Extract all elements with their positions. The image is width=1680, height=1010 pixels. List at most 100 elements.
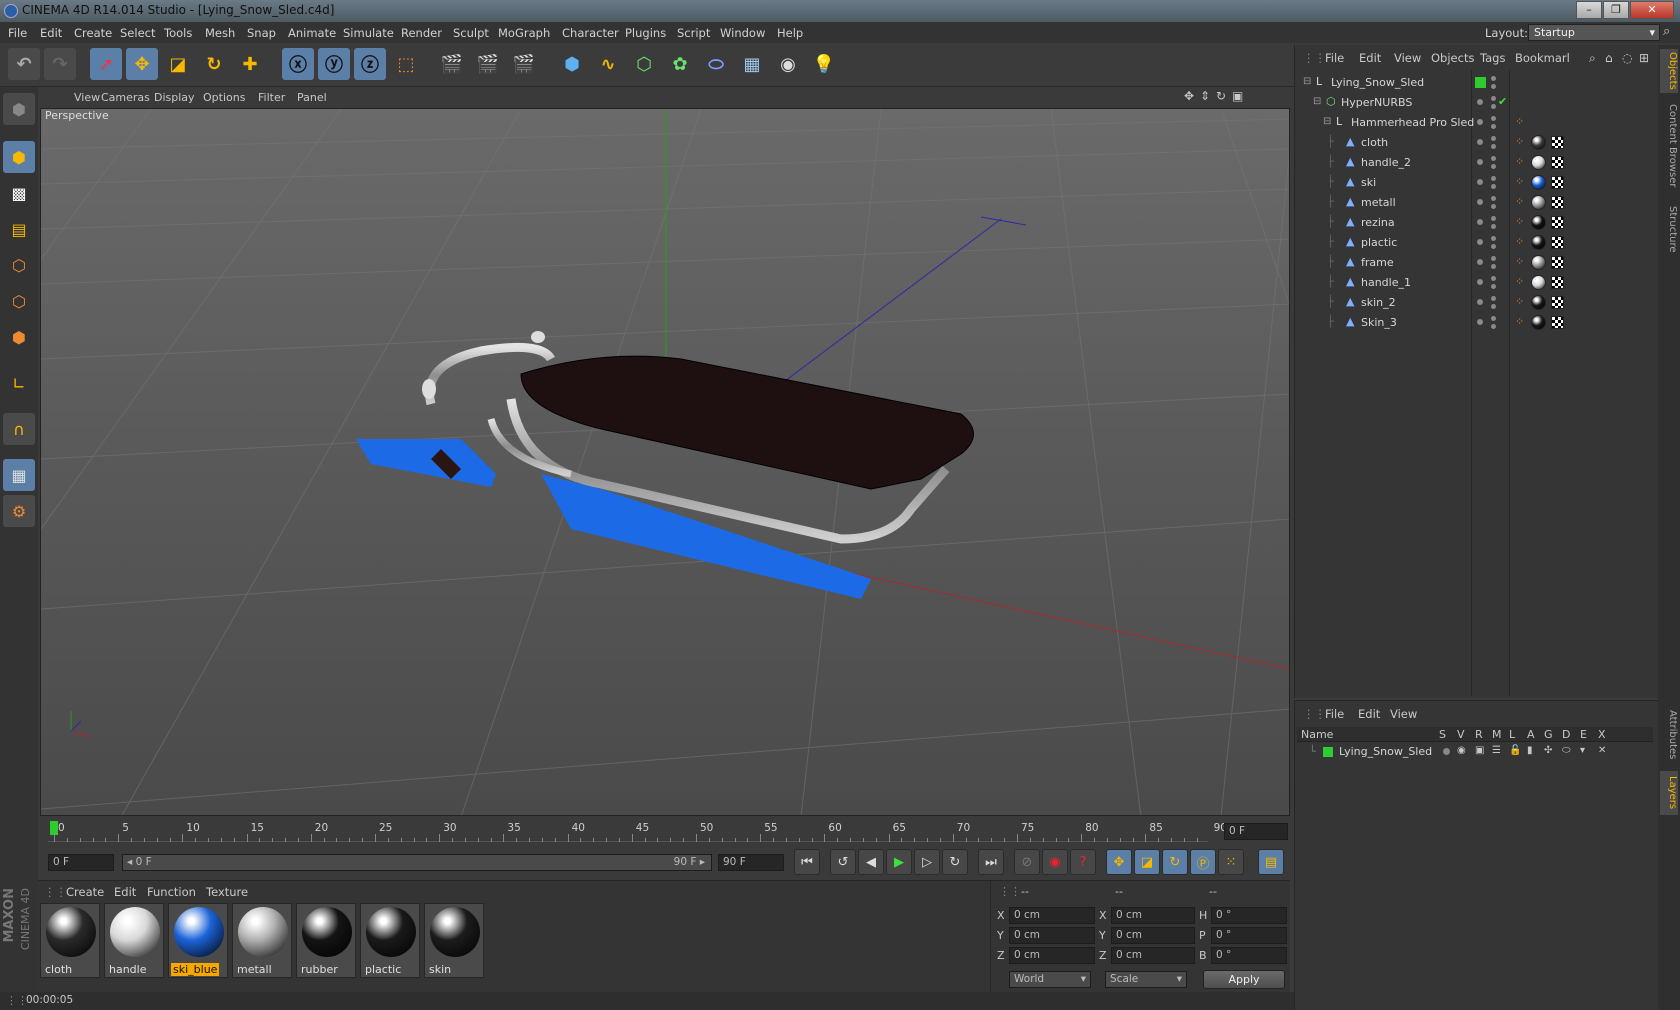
viewport-menu-view[interactable]: View [74,91,100,104]
render-visibility-dot[interactable] [1491,116,1496,121]
material-swatch[interactable]: metall [232,903,292,978]
menu-edit[interactable]: Edit [40,26,62,40]
scale-button[interactable]: ◪ [162,48,194,80]
uvw-tag-icon[interactable] [1551,156,1564,169]
render-visibility-dot[interactable] [1491,296,1496,301]
phong-tag-icon[interactable]: ⁘ [1515,275,1524,288]
expressions-icon[interactable]: ▾ [1580,745,1585,756]
menu-script[interactable]: Script [677,26,710,40]
menu-mesh[interactable]: Mesh [205,26,235,40]
uvw-tag-icon[interactable] [1551,296,1564,309]
size-field[interactable]: 0 cm [1111,927,1195,944]
position-field[interactable]: 0 cm [1009,907,1095,924]
uvw-tag-icon[interactable] [1551,176,1564,189]
editor-visibility-dot[interactable] [1477,199,1483,205]
phong-tag-icon[interactable]: ⁘ [1515,315,1524,328]
col-x[interactable]: X [1598,728,1606,741]
viewport-menu-cameras[interactable]: Cameras [101,91,150,104]
viewport-menu-filter[interactable]: Filter [258,91,285,104]
object-name[interactable]: cloth [1361,136,1388,149]
polygons-mode-button[interactable]: ⬢ [3,321,35,353]
texture-tag-icon[interactable] [1531,235,1546,250]
key-pla-button[interactable]: ⁙ [1218,849,1244,875]
lock-icon[interactable]: 🔓 [1509,745,1521,756]
layer-color-swatch[interactable] [1323,747,1333,757]
cube-button[interactable]: ⬢ [556,48,588,80]
menu-file[interactable]: File [8,26,27,40]
visible-eye-icon[interactable]: ◉ [1457,745,1466,756]
object-row[interactable]: ├ ▲ ski ⁘ [1295,173,1659,193]
rotate-button[interactable]: ↻ [198,48,230,80]
editor-visibility-dot[interactable] [1477,159,1483,165]
search-icon[interactable]: ⌕ [1589,51,1596,66]
animation-icon[interactable]: ▮ [1527,745,1533,756]
objects-menu-edit[interactable]: Edit [1359,51,1381,65]
eye-icon[interactable]: ◌ [1622,51,1632,65]
render-visibility-dot[interactable] [1491,176,1496,181]
texture-tag-icon[interactable] [1531,215,1546,230]
previous-frame-button[interactable]: ◀ [858,849,884,875]
current-frame-field[interactable]: 0 F [1224,823,1288,840]
tab-attributes[interactable]: Attributes [1660,705,1678,765]
checkmark-icon[interactable]: ✔ [1498,95,1507,108]
menu-select[interactable]: Select [120,26,155,40]
material-swatch[interactable]: skin [424,903,484,978]
object-row[interactable]: ├ ▲ cloth ⁘ [1295,133,1659,153]
object-row[interactable]: ├ ▲ rezina ⁘ [1295,213,1659,233]
col-r[interactable]: R [1475,728,1483,741]
viewport-3d[interactable]: Perspective [40,108,1290,816]
timeline-ruler[interactable]: 0 5 10 15 20 25 30 35 40 45 50 55 60 65 70 75 80 85 90 0 F [38,816,1290,846]
menu-render[interactable]: Render [401,26,442,40]
menu-sculpt[interactable]: Sculpt [453,26,489,40]
uvw-tag-icon[interactable] [1551,276,1564,289]
tab-structure[interactable]: Structure [1660,199,1678,259]
object-name[interactable]: Lying_Snow_Sled [1331,76,1424,89]
apply-button[interactable]: Apply [1203,970,1285,989]
floor-button[interactable]: ▦ [736,48,768,80]
size-mode-dropdown[interactable]: Scale ▾ [1105,971,1187,988]
render-visibility-dot[interactable] [1491,96,1496,101]
collapse-toggle-icon[interactable]: ⊟ [1323,116,1331,127]
key-parameter-button[interactable]: Ⓟ [1190,849,1216,875]
texture-tag-icon[interactable] [1531,135,1546,150]
deformer-button[interactable]: ⬭ [700,48,732,80]
object-row[interactable]: ├ ▲ Skin_3 ⁘ [1295,313,1659,333]
key-scale-button[interactable]: ◪ [1134,849,1160,875]
render-view-button[interactable]: 🎬 [436,48,468,80]
material-swatch[interactable]: cloth [40,903,100,978]
texture-tag-icon[interactable] [1531,275,1546,290]
editor-visibility-dot[interactable] [1477,99,1483,105]
object-row[interactable]: ├ ▲ plactic ⁘ [1295,233,1659,253]
editor-visibility-dot[interactable] [1477,119,1483,125]
make-editable-button[interactable]: ⬢ [3,93,35,125]
layers-menu-view[interactable]: View [1390,707,1417,721]
render-visibility-dot[interactable] [1491,76,1496,81]
go-to-start-button[interactable]: ⏮ [794,849,820,875]
object-name[interactable]: HyperNURBS [1341,96,1412,109]
col-s[interactable]: S [1439,728,1446,741]
texture-tag-icon[interactable] [1531,175,1546,190]
menu-mograph[interactable]: MoGraph [498,26,550,40]
object-row[interactable]: ⊟ ⬡ HyperNURBS ✔ [1295,93,1659,113]
collapse-toggle-icon[interactable]: ⊟ [1303,76,1311,87]
object-row[interactable]: ├ ▲ handle_2 ⁘ [1295,153,1659,173]
viewport-pan-icon[interactable]: ✥ [1184,89,1194,103]
col-a[interactable]: A [1527,728,1535,741]
render-icon[interactable]: ▣ [1475,745,1484,756]
render-visibility-dot[interactable] [1491,196,1496,201]
record-keys-button[interactable]: ⊘ [1014,849,1040,875]
phong-tag-icon[interactable]: ⁘ [1515,235,1524,248]
render-visibility-dot[interactable] [1491,316,1496,321]
next-key-button[interactable]: ↻ [942,849,968,875]
maximize-button[interactable]: ❐ [1603,1,1629,19]
y-axis-button[interactable]: ⓨ [318,48,350,80]
texture-tag-icon[interactable] [1531,195,1546,210]
object-name[interactable]: rezina [1361,216,1395,229]
nurbs-button[interactable]: ⬡ [628,48,660,80]
redo-button[interactable]: ↷ [44,48,76,80]
viewport-maximize-icon[interactable]: ▣ [1232,89,1243,103]
object-row[interactable]: ├ ▲ skin_2 ⁘ [1295,293,1659,313]
render-visibility-dot[interactable] [1491,216,1496,221]
menu-snap[interactable]: Snap [247,26,276,40]
col-l[interactable]: L [1509,728,1515,741]
